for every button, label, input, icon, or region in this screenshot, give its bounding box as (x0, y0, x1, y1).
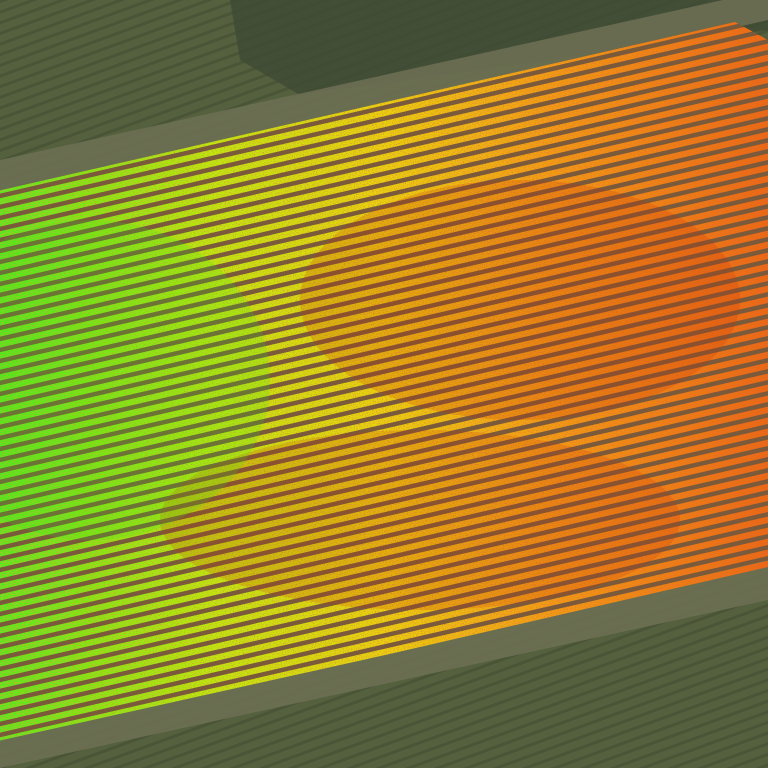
aerial-field-image (0, 0, 768, 768)
field-illustration (0, 0, 768, 768)
